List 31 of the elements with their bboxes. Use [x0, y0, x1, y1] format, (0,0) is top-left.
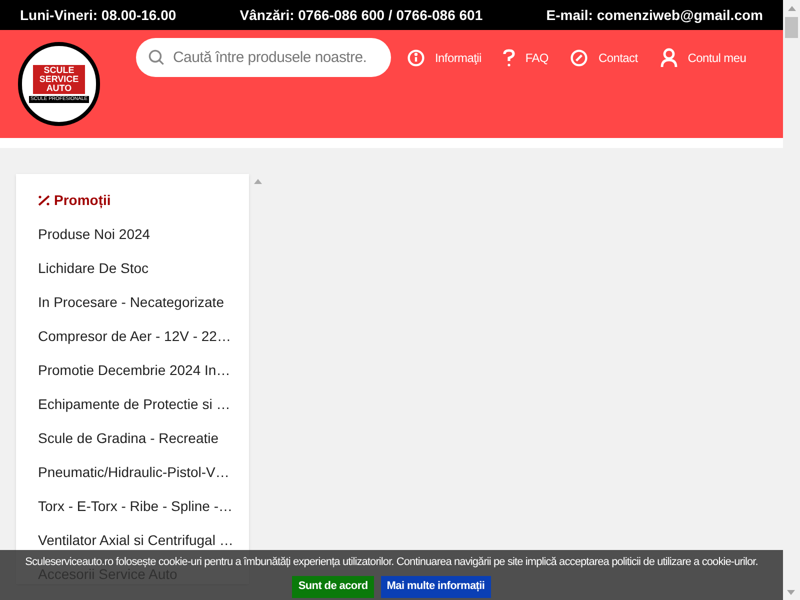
search-icon	[148, 49, 165, 66]
user-icon	[660, 48, 678, 68]
scroll-up-arrow-icon[interactable]	[254, 179, 262, 184]
accept-button[interactable]: Sunt de acord	[292, 576, 374, 598]
logo-text: SERVICE	[39, 74, 79, 84]
scroll-up-arrow-icon[interactable]	[788, 6, 796, 11]
category-link[interactable]: Torx - E-Torx - Ribe - Spline -…	[38, 497, 249, 516]
category-link[interactable]: Promotie Decembrie 2024 In…	[38, 361, 249, 380]
more-info-button[interactable]: Mai multe informații	[380, 576, 491, 598]
scrollbar-thumb[interactable]	[785, 17, 798, 38]
category-link[interactable]: In Procesare - Necategorizate	[38, 293, 249, 312]
cookie-notice: Sculeserviceauto.ro folosește cookie-uri pentru a îmbunătăți experiența utilizatorilor. Continuarea navigării pe site implică acceptarea politicii de utilizare a cookie-urilor.	[25, 555, 758, 568]
question-mark-icon	[503, 49, 516, 67]
info-icon	[407, 49, 425, 67]
category-link[interactable]: Ventilator Axial si Centrifugal …	[38, 531, 249, 550]
search-field[interactable]: Caută între produsele noastre.	[136, 38, 391, 77]
scroll-down-arrow-icon[interactable]	[787, 590, 795, 595]
category-link[interactable]: Produse Noi 2024	[38, 225, 249, 244]
logo-text: AUTO	[46, 84, 72, 93]
compass-icon	[570, 49, 588, 67]
category-link[interactable]: Promoții	[38, 191, 249, 210]
category-link[interactable]: Lichidare De Stoc	[38, 259, 249, 278]
logo-text: SCULE	[44, 66, 74, 75]
category-link[interactable]: Compresor de Aer - 12V - 22…	[38, 327, 249, 346]
category-link[interactable]: Echipamente de Protectie si …	[38, 395, 249, 414]
sales-phone: Vânzări: 0766-086 600 / 0766-086 601	[240, 6, 483, 24]
percent-icon	[38, 195, 50, 206]
email-address: E-mail: comenziweb@gmail.com	[546, 6, 763, 25]
opening-hours: Luni-Vineri: 08.00-16.00	[20, 6, 176, 24]
category-link[interactable]: Scule de Gradina - Recreatie	[38, 429, 249, 448]
category-link[interactable]: Pneumatic/Hidraulic-Pistol-V…	[38, 463, 249, 482]
